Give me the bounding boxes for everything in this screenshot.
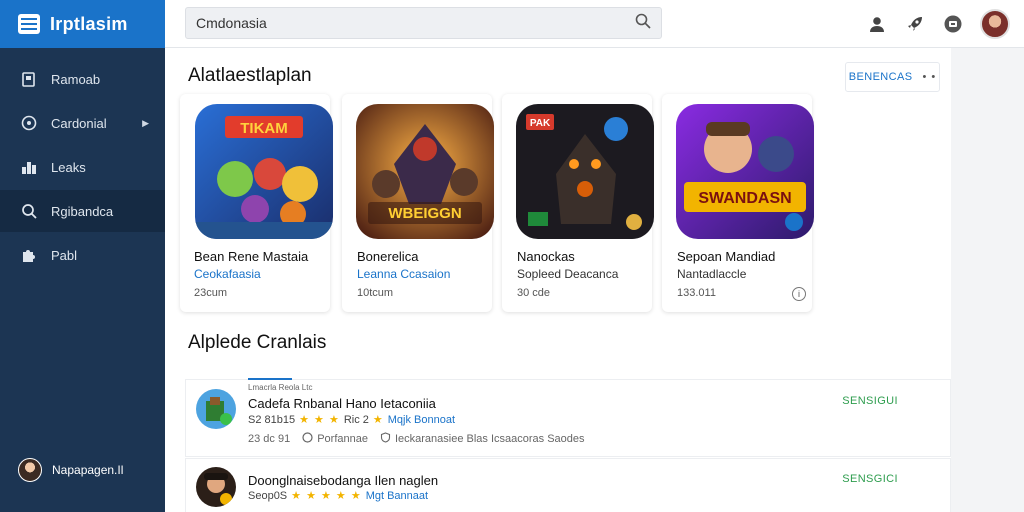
sidebar-item-label: Ramoab [51,71,101,87]
list-item-rating: S2 81b15 ★ ★ ★ Ric 2 ★ Mqjk Bonnoat [248,413,455,427]
install-button[interactable]: SENSIGUI [842,395,898,407]
list-item-meta-b: Ieckaranasiee Blas Icsaacoras Saodes [394,433,585,445]
app-card[interactable]: TIKAM Bean Rene Mastaia Ceokafaasia 23cu… [180,94,333,312]
right-gutter [951,48,1024,512]
more-icon: • • [922,71,937,83]
sidebar-item-puzzle[interactable]: Pabl [0,234,165,276]
sidebar-user[interactable]: Napapagen.Il [18,458,123,482]
app-card-title: Nanockas [517,249,575,264]
list-tab-label: Lmacrla Reola Ltc [248,383,313,392]
app-name: Irptlasim [50,13,128,34]
sidebar-item-label: Leaks [51,159,86,175]
search-icon[interactable] [635,13,651,34]
list-item-size: 23 dc 91 [248,433,291,445]
featured-section-title: Alatlaestlaplan [188,65,312,86]
meta-a-group: Porfannae [302,432,368,446]
top-bar-actions [866,9,1010,39]
menu-icon[interactable] [18,14,40,34]
list-item-title: Cadefa Rnbanal Hano Ietaconiia [248,396,436,411]
app-card-artwork: SWANDASN [676,104,814,239]
chevron-right-icon: ▶ [142,117,149,128]
user-avatar[interactable] [980,9,1010,39]
sidebar: Irptlasim Ramoab Cardonial ▶ Leaks Rgiba… [0,0,165,512]
app-card-meta: 23cum [194,287,228,299]
app-card[interactable]: WBEIGGN Bonerelica Leanna Ccasaion 10tcu… [342,94,494,312]
rating-link[interactable]: Mgt Bannaat [366,490,428,502]
star-icon: ★ [372,414,384,426]
app-card-subtitle[interactable]: Nantadlaccle [677,267,746,281]
artwork-title: PAK [530,118,551,129]
account-icon[interactable] [866,13,888,35]
app-card-artwork: WBEIGGN [356,104,494,239]
app-card-artwork: PAK [516,104,654,239]
star-rating-icon: ★ ★ ★ [299,414,340,426]
app-card-subtitle[interactable]: Ceokafaasia [194,267,261,281]
app-card-subtitle[interactable]: Leanna Ccasaion [357,267,450,281]
avatar [18,458,42,482]
sidebar-user-name: Napapagen.Il [52,463,124,477]
search-input[interactable]: Cmdonasia [185,7,662,39]
shield-icon [380,432,391,446]
rating-value: S2 81b15 [248,413,296,426]
artwork-title: TIKAM [240,120,288,137]
app-card-artwork: TIKAM [195,104,333,239]
see-all-button[interactable]: BENENCAS • • [845,62,940,92]
app-card-meta: 10tcum [357,287,394,299]
see-all-label: BENENCAS [848,71,913,83]
puzzle-icon [20,247,37,264]
compass-icon [20,115,37,132]
app-card-title: Bonerelica [357,249,419,264]
badge-icon[interactable] [942,13,964,35]
rating-text: Ric 2 [343,413,369,426]
app-card-title: Bean Rene Mastaia [194,249,309,264]
chart-icon [20,159,37,176]
list-item-meta-a: Porfannae [317,433,368,445]
app-brand[interactable]: Irptlasim [0,0,165,48]
updates-section-title: Alplede Cranlais [188,332,327,353]
app-card-meta: 30 cde [517,287,551,299]
sidebar-item-leaks[interactable]: Leaks [0,146,165,188]
list-item[interactable]: Doonglnaisebodanga Ilen naglen Seop0S ★ … [185,458,951,512]
rocket-icon[interactable] [904,13,926,35]
app-thumbnail [196,389,236,429]
sidebar-item-search[interactable]: Rgibandca [0,190,165,232]
app-thumbnail [196,467,236,507]
updates-list: Lmacrla Reola Ltc Cadefa Rnbanal Hano Ie… [185,378,951,512]
top-bar: Cmdonasia [165,0,1024,48]
book-icon [20,71,37,88]
app-card[interactable]: SWANDASN Sepoan Mandiad Nantadlaccle 133… [662,94,814,312]
artwork-title: SWANDASN [698,190,791,207]
app-card-title: Sepoan Mandiad [677,249,776,264]
sidebar-item-label: Pabl [51,247,78,263]
sidebar-item-categories[interactable]: Cardonial ▶ [0,102,165,144]
search-input-value[interactable]: Cmdonasia [196,15,635,31]
tab-indicator [248,378,292,380]
search-icon [20,203,37,220]
sidebar-item-label: Cardonial [51,115,107,131]
sidebar-item-library[interactable]: Ramoab [0,58,165,100]
rating-link[interactable]: Mqjk Bonnoat [388,414,455,426]
app-card-meta: 133.011 [677,287,716,299]
meta-b-group: Ieckaranasiee Blas Icsaacoras Saodes [380,432,585,446]
install-button[interactable]: SENSGICI [842,473,898,485]
sidebar-item-label: Rgibandca [51,203,114,219]
artwork-title: WBEIGGN [388,205,461,222]
star-rating-icon: ★ ★ ★ ★ ★ [291,490,362,502]
main-content: Alatlaestlaplan BENENCAS • • TIKAM Bean … [165,48,951,512]
list-item-rating: Seop0S ★ ★ ★ ★ ★ Mgt Bannaat [248,489,428,503]
rating-value: Seop0S [248,489,288,502]
list-item-title: Doonglnaisebodanga Ilen naglen [248,473,439,488]
list-item-meta: 23 dc 91 Porfannae Ieckaranasiee Blas Ic… [248,432,585,446]
app-card-subtitle[interactable]: Sopleed Deacanca [517,267,618,281]
list-item[interactable]: Lmacrla Reola Ltc Cadefa Rnbanal Hano Ie… [185,378,951,457]
app-card[interactable]: PAK Nanockas Sopleed Deacanca 30 cde [502,94,654,312]
clock-icon [302,432,313,446]
info-icon[interactable]: i [792,287,806,301]
